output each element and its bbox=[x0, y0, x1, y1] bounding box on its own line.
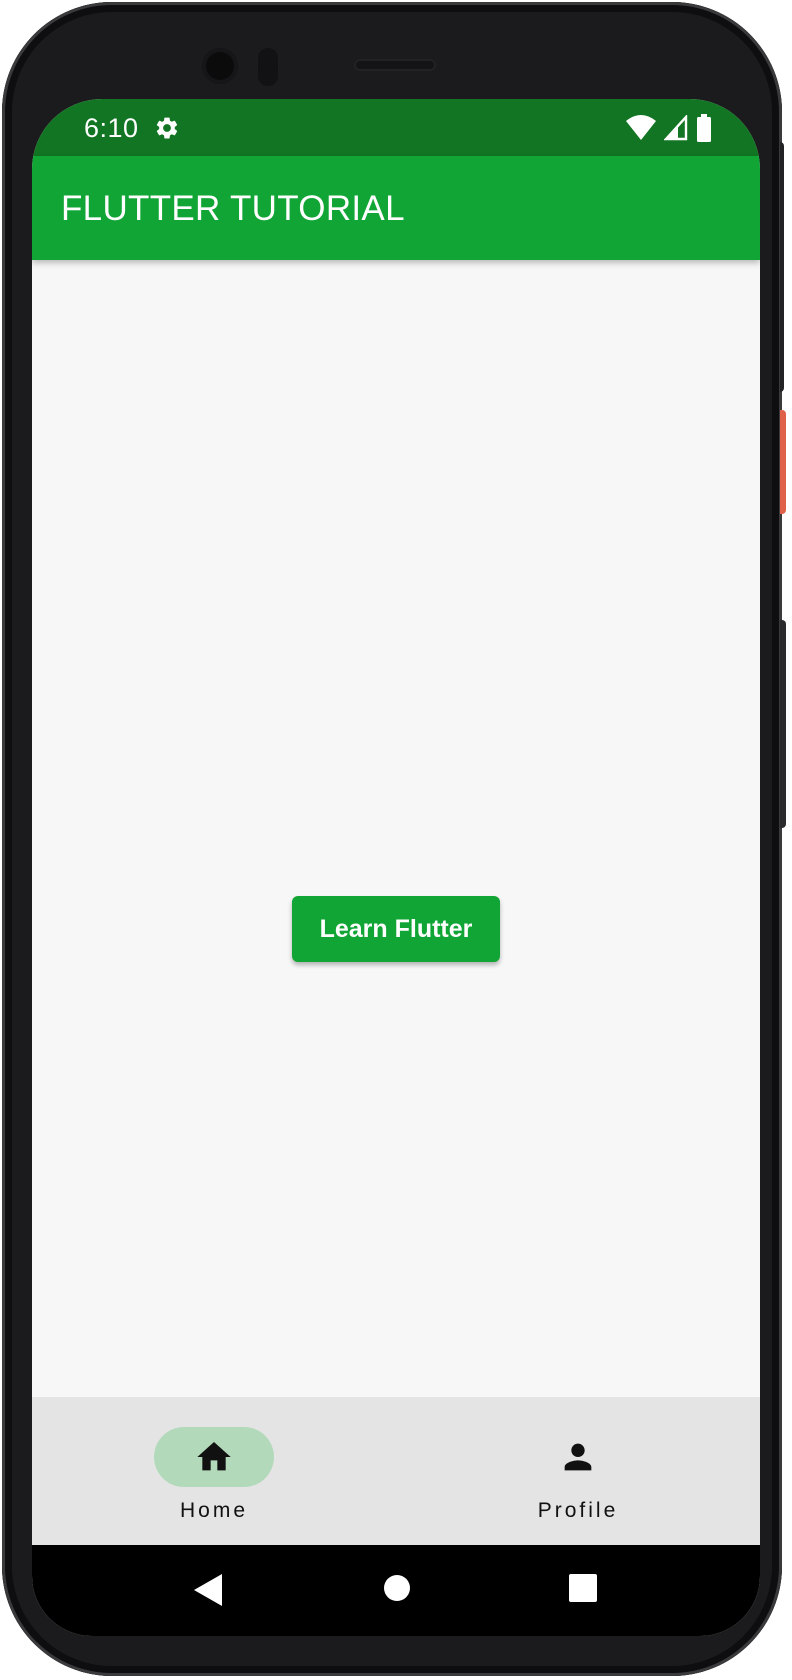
wifi-icon bbox=[626, 115, 656, 140]
nav-label-profile: Profile bbox=[537, 1499, 619, 1522]
status-icons bbox=[626, 114, 712, 142]
device-screen: 6:10 FLUTTER TUTORIAL Learn Flutter Home… bbox=[32, 99, 760, 1636]
app-title: FLUTTER TUTORIAL bbox=[61, 189, 405, 228]
earpiece-speaker bbox=[354, 59, 436, 71]
side-rail bbox=[780, 142, 784, 392]
front-camera bbox=[202, 48, 238, 84]
nav-item-home[interactable]: Home bbox=[32, 1397, 396, 1545]
nav-label-home: Home bbox=[179, 1499, 249, 1522]
status-time: 6:10 bbox=[84, 113, 139, 143]
nav-item-profile[interactable]: Profile bbox=[396, 1397, 760, 1545]
status-bar: 6:10 bbox=[32, 99, 760, 156]
learn-flutter-button[interactable]: Learn Flutter bbox=[292, 896, 500, 962]
back-icon[interactable] bbox=[192, 1573, 224, 1607]
power-button bbox=[780, 410, 786, 514]
settings-icon bbox=[156, 117, 178, 139]
phone-frame: 6:10 FLUTTER TUTORIAL Learn Flutter Home… bbox=[2, 2, 786, 1676]
main-content: Learn Flutter bbox=[32, 260, 760, 1530]
recents-icon[interactable] bbox=[568, 1573, 598, 1603]
home-icon bbox=[197, 1442, 231, 1471]
proximity-sensor bbox=[258, 48, 278, 86]
app-bar: FLUTTER TUTORIAL bbox=[32, 156, 760, 260]
home-circle-icon[interactable] bbox=[382, 1573, 412, 1603]
battery-icon bbox=[697, 114, 711, 142]
volume-button bbox=[780, 620, 786, 828]
system-navigation-bar bbox=[32, 1545, 760, 1636]
bottom-navigation-bar: Home Profile bbox=[32, 1397, 760, 1545]
cellular-signal-icon bbox=[664, 115, 688, 141]
person-icon bbox=[564, 1443, 592, 1471]
